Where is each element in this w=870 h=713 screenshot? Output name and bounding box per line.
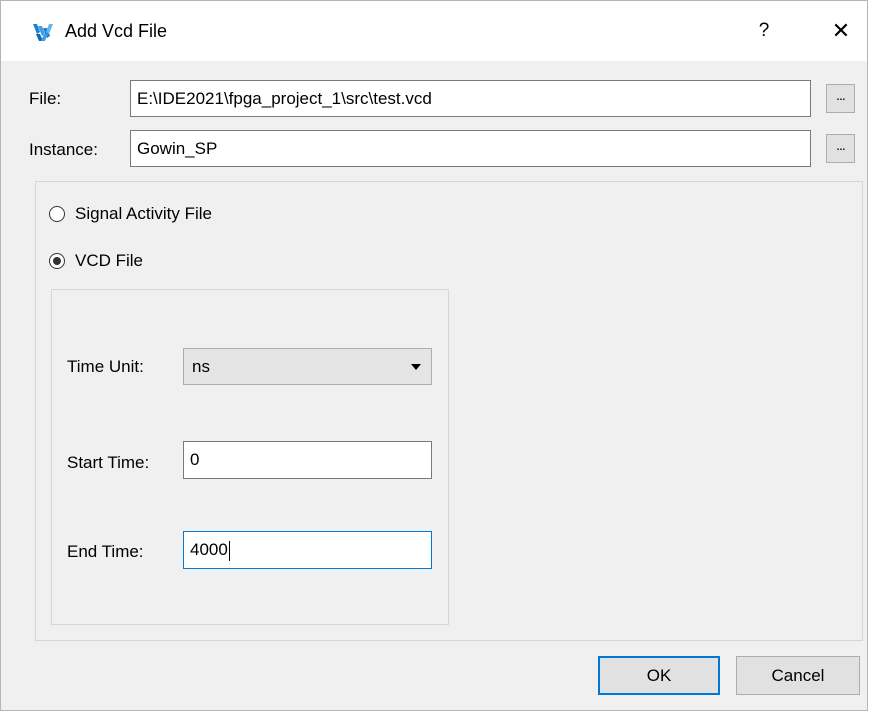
time-unit-value: ns [192,357,210,376]
title-bar: Add Vcd File ? ✕ [1,1,867,61]
instance-label: Instance: [29,140,98,159]
window-title: Add Vcd File [65,21,168,41]
text-caret [228,540,230,561]
ok-button[interactable]: OK [598,656,720,695]
file-path-input[interactable]: E:\IDE2021\fpga_project_1\src\test.vcd [130,80,811,117]
end-time-input[interactable]: 4000 [183,531,432,569]
radio-signal-activity-file[interactable]: Signal Activity File [49,201,212,227]
cancel-button[interactable]: Cancel [736,656,860,695]
file-label: File: [29,89,62,108]
add-vcd-file-dialog: Add Vcd File ? ✕ File: E:\IDE2021\fpga_p… [0,0,868,711]
time-unit-select[interactable]: ns [183,348,432,385]
file-browse-button[interactable]: ... [826,84,855,113]
time-unit-label: Time Unit: [67,357,144,376]
start-time-input[interactable]: 0 [183,441,432,479]
help-button[interactable]: ? [753,17,775,45]
instance-browse-button[interactable]: ... [826,134,855,163]
start-time-label: Start Time: [67,453,150,472]
gowin-logo-icon [31,22,55,42]
radio-unchecked-icon[interactable] [49,206,65,222]
radio-label: VCD File [75,251,144,270]
radio-label: Signal Activity File [75,204,212,223]
instance-input[interactable]: Gowin_SP [130,130,811,167]
radio-checked-icon[interactable] [49,253,65,269]
end-time-value: 4000 [190,540,228,559]
radio-vcd-file[interactable]: VCD File [49,248,143,274]
close-button[interactable]: ✕ [827,16,855,46]
chevron-down-icon[interactable] [411,364,421,370]
end-time-label: End Time: [67,542,144,561]
